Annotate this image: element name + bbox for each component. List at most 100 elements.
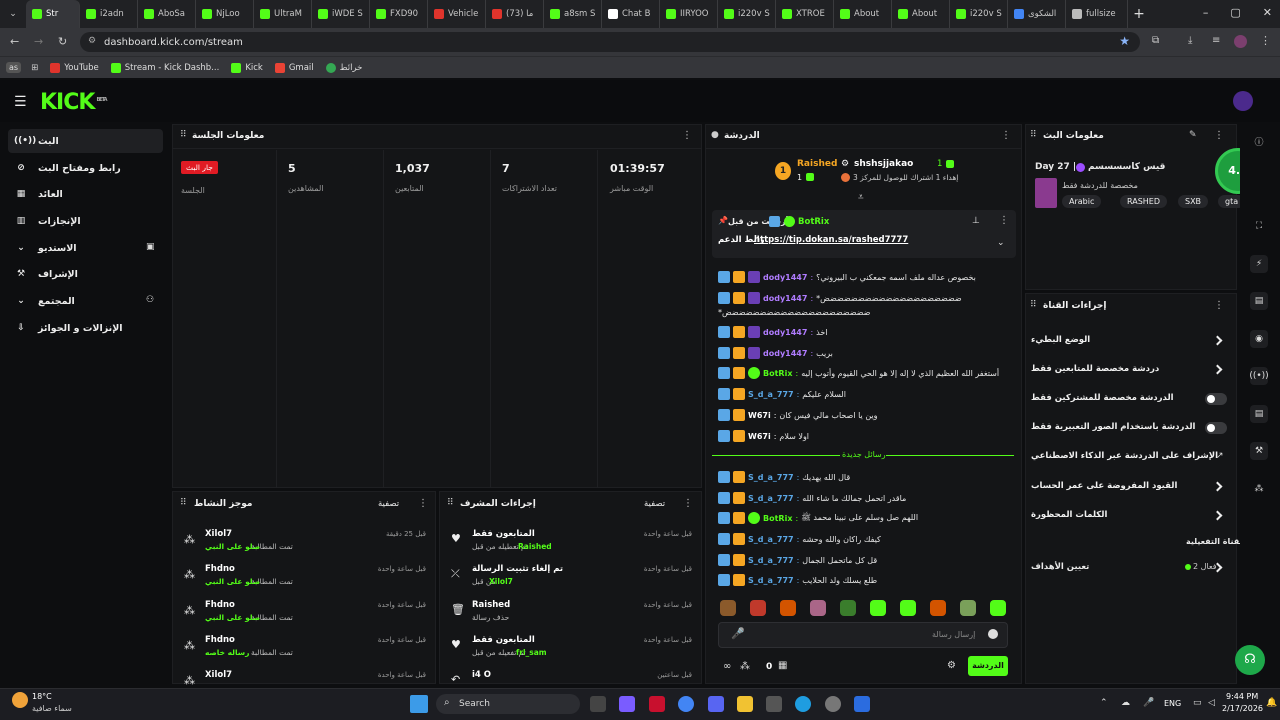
clock-time[interactable]: 9:44 PM [1226, 692, 1258, 701]
mic-icon[interactable]: 🎤 [731, 627, 745, 640]
browser-tab[interactable]: XTROE [776, 0, 834, 28]
browser-tab[interactable]: IIRYOO [660, 0, 718, 28]
chat-username[interactable]: BotRix [763, 369, 792, 378]
activity-user[interactable]: Xilol7 [205, 670, 232, 680]
mod-action-by[interactable]: frl_sam [516, 648, 547, 657]
sidebar-item[interactable]: ⚒ الإشراف [8, 262, 163, 286]
emote-icon[interactable] [840, 600, 856, 616]
tab-search-icon[interactable]: ⌄ [0, 0, 26, 28]
mod-action-by[interactable]: Raished [518, 542, 552, 551]
browser-tab[interactable]: UltraM [254, 0, 312, 28]
browser-tab[interactable]: NjLoo [196, 0, 254, 28]
chat-username[interactable]: S_d_a_777 [748, 494, 794, 503]
activity-user[interactable]: Fhdno [205, 600, 235, 610]
app-icon[interactable] [854, 696, 870, 712]
maximize-icon[interactable]: ▢ [1230, 6, 1240, 19]
edit-icon[interactable]: ✎ [1189, 130, 1197, 140]
stream-info-menu-icon[interactable]: ⋮ [1214, 130, 1224, 141]
extensions-icon[interactable]: ⧉ [1152, 35, 1159, 46]
volume-icon[interactable]: ◁ [1208, 698, 1215, 708]
emote-icon[interactable] [990, 600, 1006, 616]
wrench-icon[interactable]: ⚒ [1250, 442, 1268, 460]
emoji-icon[interactable] [988, 629, 998, 639]
tab-menu-icon[interactable]: ≡ [1212, 35, 1220, 46]
settings-icon[interactable] [825, 696, 841, 712]
address-bar[interactable]: ⚙ dashboard.kick.com/stream ★ [80, 32, 1140, 52]
activity-user[interactable]: Xilol7 [205, 529, 232, 539]
activity-user[interactable]: Fhdno [205, 635, 235, 645]
browser-tab[interactable]: fullsize [1066, 0, 1128, 28]
chat-username[interactable]: dody1447 [763, 328, 807, 337]
notification-bell-icon[interactable]: 🔔 [1266, 698, 1277, 708]
pinned-menu-icon[interactable]: ⋮ [999, 215, 1009, 226]
chat-send-button[interactable]: الدردشة [968, 656, 1008, 676]
mic-icon[interactable]: 🎤 [1143, 698, 1154, 708]
collapse-gifters-icon[interactable]: ⩡ [858, 192, 864, 203]
clock-date[interactable]: 2/17/2026 [1222, 704, 1263, 713]
chat-username[interactable]: S_d_a_777 [748, 473, 794, 482]
chat-username[interactable]: S_d_a_777 [748, 390, 794, 399]
bookmark-kick-dashboard[interactable]: Stream - Kick Dashb... [110, 62, 219, 73]
minimize-icon[interactable]: – [1203, 6, 1209, 19]
drag-handle-icon[interactable]: ⠿ [1030, 130, 1037, 140]
external-link-icon[interactable]: ↗ [1216, 451, 1224, 461]
clipboard-icon[interactable]: ▤ [1250, 292, 1268, 310]
drag-handle-icon[interactable]: ⠿ [1030, 300, 1037, 310]
store-icon[interactable] [766, 696, 782, 712]
share-icon[interactable]: ⁂ [740, 661, 750, 672]
browser-tab[interactable]: i220v S [718, 0, 776, 28]
task-view-icon[interactable] [590, 696, 606, 712]
emote-icon[interactable] [930, 600, 946, 616]
broadcast-icon[interactable]: ((•)) [1249, 367, 1269, 385]
stream-tag[interactable]: RASHED [1120, 195, 1168, 208]
hamburger-menu-icon[interactable]: ☰ [14, 94, 27, 110]
windows-start-icon[interactable] [410, 695, 428, 713]
infinity-icon[interactable]: ∞ [723, 661, 731, 672]
sidebar-item[interactable]: ⌄ الاستديو [8, 236, 163, 260]
chat-username[interactable]: S_d_a_777 [748, 576, 794, 585]
help-headset-icon[interactable]: ☊ [1235, 645, 1265, 675]
drag-handle-icon[interactable]: ⠿ [447, 498, 454, 508]
browser-tab[interactable]: AboSa [138, 0, 196, 28]
browser-tab[interactable]: Str [26, 0, 80, 28]
browser-tab[interactable]: i220v S [950, 0, 1008, 28]
download-icon[interactable]: ⤓ [1188, 35, 1192, 46]
app-icon[interactable] [649, 696, 665, 712]
bookmark-maps[interactable]: خرائط [325, 62, 362, 73]
emote-icon[interactable] [810, 600, 826, 616]
sidebar-item[interactable]: ((•)) البث [8, 129, 163, 153]
apps-grid-icon[interactable]: ⊞ [31, 63, 38, 73]
emote-icon[interactable] [960, 600, 976, 616]
browser-tab[interactable]: Vehicle [428, 0, 486, 28]
sidebar-item[interactable]: ⌄ المجتمع [8, 289, 163, 313]
sidebar-item[interactable]: ⊘ رابط ومفتاح البث [8, 156, 163, 180]
kick-logo[interactable]: KICK BETA [40, 90, 108, 115]
chrome-icon[interactable] [678, 696, 694, 712]
language-indicator[interactable]: ENG [1164, 699, 1181, 708]
channel-actions-menu-icon[interactable]: ⋮ [1214, 300, 1224, 311]
bookmark-youtube[interactable]: YouTube [50, 62, 99, 73]
toggle-switch[interactable] [1205, 422, 1227, 434]
browser-tab[interactable]: About [834, 0, 892, 28]
profile-avatar[interactable] [1234, 35, 1247, 48]
close-window-icon[interactable]: ✕ [1263, 6, 1272, 19]
bookmark-star-icon[interactable]: ★ [1119, 34, 1130, 48]
reload-icon[interactable]: ↻ [58, 35, 67, 48]
chat-username[interactable]: dody1447 [763, 273, 807, 282]
chat-icon[interactable]: ◉ [1250, 330, 1268, 348]
drag-handle-icon[interactable]: ⠿ [180, 498, 187, 508]
tray-chevron-icon[interactable]: ⌃ [1100, 698, 1108, 708]
site-info-icon[interactable]: ⚙ [88, 36, 96, 46]
back-icon[interactable]: ← [10, 35, 19, 48]
network-icon[interactable]: ▭ [1193, 698, 1202, 708]
emote-icon[interactable] [900, 600, 916, 616]
edge-icon[interactable] [795, 696, 811, 712]
activity-filter-button[interactable]: تصفية [378, 499, 399, 509]
lightning-icon[interactable]: ⚡ [1250, 255, 1268, 273]
chat-username[interactable]: W67i [748, 432, 771, 441]
expand-pinned-icon[interactable]: ⌄ [997, 238, 1005, 248]
user-avatar[interactable] [1233, 91, 1253, 111]
sidebar-item[interactable]: ▦ العائد [8, 182, 163, 206]
emote-icon[interactable] [780, 600, 796, 616]
chat-username[interactable]: dody1447 [763, 294, 807, 303]
